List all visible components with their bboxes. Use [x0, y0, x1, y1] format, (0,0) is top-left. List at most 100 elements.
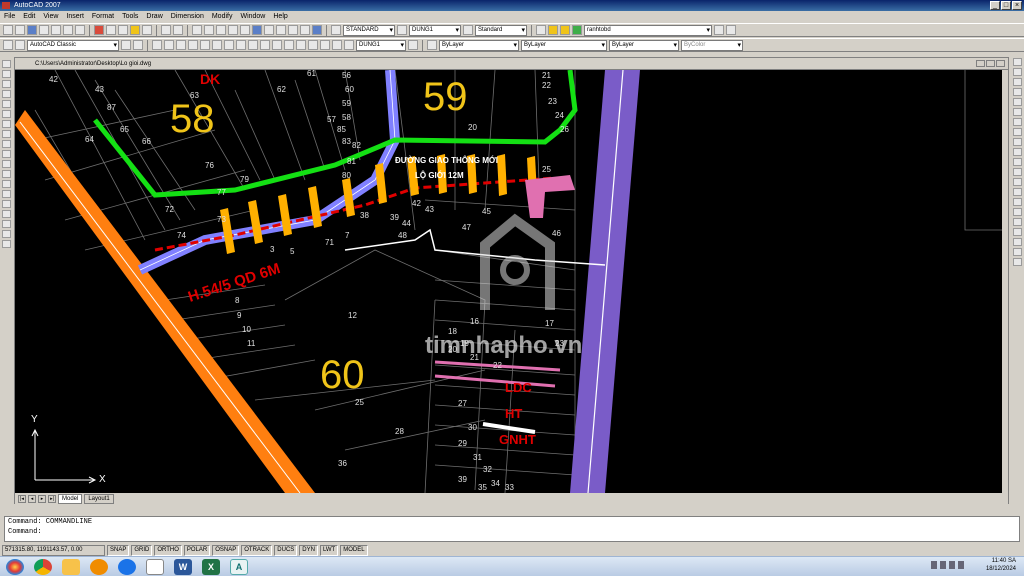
zoom-window-icon[interactable]: [216, 25, 226, 35]
first-tab-button[interactable]: |◂: [18, 494, 26, 503]
command-prompt[interactable]: Command:: [8, 527, 1019, 537]
tool-palettes-icon[interactable]: [264, 25, 274, 35]
properties-icon[interactable]: [240, 25, 250, 35]
center-mark-icon[interactable]: [308, 40, 318, 50]
media-player-icon[interactable]: [90, 558, 108, 575]
fillet-icon[interactable]: [1012, 208, 1022, 216]
zalo-icon[interactable]: [146, 558, 164, 575]
polyline-icon[interactable]: [2, 80, 11, 88]
doc-minimize-button[interactable]: [976, 60, 985, 67]
properties-side-icon[interactable]: [1012, 228, 1022, 236]
close-button[interactable]: ×: [1012, 1, 1022, 10]
menu-help[interactable]: Help: [273, 11, 287, 23]
next-tab-button[interactable]: ▸: [38, 494, 46, 503]
text-style-select[interactable]: STANDARD: [343, 24, 395, 36]
word-icon[interactable]: W: [174, 558, 192, 575]
jogged-icon[interactable]: [212, 40, 222, 50]
menu-tools[interactable]: Tools: [122, 11, 138, 23]
linetype-select[interactable]: ByLayer: [521, 39, 607, 51]
model-toggle[interactable]: MODEL: [340, 544, 368, 556]
doc-close-button[interactable]: [996, 60, 1005, 67]
polygon-icon[interactable]: [2, 90, 11, 98]
dim-style-select[interactable]: DUNG1: [409, 24, 461, 36]
layer-freeze-icon[interactable]: [560, 25, 570, 35]
menu-window[interactable]: Window: [240, 11, 265, 23]
snap-toggle[interactable]: SNAP: [107, 544, 130, 556]
tray-arrow-icon[interactable]: [931, 561, 937, 569]
arc-icon[interactable]: [2, 110, 11, 118]
ortho-toggle[interactable]: ORTHO: [154, 544, 182, 556]
offset-icon[interactable]: [1012, 88, 1022, 96]
otrack-toggle[interactable]: OTRACK: [241, 544, 273, 556]
rectangle-icon[interactable]: [2, 100, 11, 108]
maximize-button[interactable]: □: [1001, 1, 1011, 10]
measure-side-icon[interactable]: [1012, 258, 1022, 266]
doc-maximize-button[interactable]: [986, 60, 995, 67]
rotate-icon[interactable]: [1012, 118, 1022, 126]
paste-icon[interactable]: [118, 25, 128, 35]
new-icon[interactable]: [3, 25, 13, 35]
publish-icon[interactable]: [63, 25, 73, 35]
save-icon[interactable]: [27, 25, 37, 35]
mleader-style-select[interactable]: DUNG1: [356, 39, 406, 51]
layer-manager-icon[interactable]: [536, 25, 546, 35]
osnap-toggle[interactable]: OSNAP: [212, 544, 240, 556]
dim-edit-icon[interactable]: [320, 40, 330, 50]
print-icon[interactable]: [39, 25, 49, 35]
zoom-previous-icon[interactable]: [228, 25, 238, 35]
cut-icon[interactable]: [94, 25, 104, 35]
hatch-icon[interactable]: [2, 200, 11, 208]
markup-icon[interactable]: [288, 25, 298, 35]
workspace-settings-icon-2[interactable]: [133, 40, 143, 50]
clock[interactable]: 11:40 SA 18/12/2024: [986, 557, 1016, 573]
ducs-toggle[interactable]: DUCS: [274, 544, 298, 556]
spline-icon[interactable]: [2, 140, 11, 148]
start-button-icon[interactable]: [6, 558, 24, 575]
extend-icon[interactable]: [1012, 158, 1022, 166]
ellipse-arc-icon[interactable]: [2, 160, 11, 168]
diameter-icon[interactable]: [224, 40, 234, 50]
open-icon[interactable]: [15, 25, 25, 35]
menu-draw[interactable]: Draw: [146, 11, 162, 23]
table-icon[interactable]: [2, 230, 11, 238]
tray-network-icon[interactable]: [949, 561, 955, 569]
arc-length-icon[interactable]: [176, 40, 186, 50]
dim-text-edit-icon[interactable]: [332, 40, 342, 50]
tab-layout1[interactable]: Layout1: [84, 493, 114, 504]
drawing-canvas[interactable]: 61 5642436362 605958578587836564 66 82818076…: [15, 70, 1008, 493]
color-select[interactable]: ByLayer: [439, 39, 519, 51]
folder-icon[interactable]: [62, 558, 80, 575]
internet-explorer-icon[interactable]: [118, 558, 136, 575]
match-side-icon[interactable]: [1012, 248, 1022, 256]
menu-insert[interactable]: Insert: [66, 11, 84, 23]
tolerance-icon[interactable]: [296, 40, 306, 50]
stretch-icon[interactable]: [1012, 138, 1022, 146]
pan-icon[interactable]: [192, 25, 202, 35]
scale-icon[interactable]: [1012, 128, 1022, 136]
make-current-layer-icon[interactable]: [714, 25, 724, 35]
angular-icon[interactable]: [236, 40, 246, 50]
region-icon[interactable]: [2, 220, 11, 228]
baseline-icon[interactable]: [260, 40, 270, 50]
undo-icon[interactable]: [161, 25, 171, 35]
redo-icon[interactable]: [173, 25, 183, 35]
continue-icon[interactable]: [272, 40, 282, 50]
layer-select[interactable]: ranhtobd: [584, 24, 712, 36]
dim-style-manager-icon[interactable]: [408, 40, 418, 50]
insert-block-icon[interactable]: [2, 170, 11, 178]
layer-lock-icon[interactable]: [572, 25, 582, 35]
move-icon[interactable]: [1012, 108, 1022, 116]
gradient-icon[interactable]: [2, 210, 11, 218]
lwt-toggle[interactable]: LWT: [319, 544, 339, 556]
copy-object-icon[interactable]: [1012, 68, 1022, 76]
trim-icon[interactable]: [1012, 148, 1022, 156]
workspace-settings-icon[interactable]: [15, 40, 25, 50]
minimize-button[interactable]: _: [990, 1, 1000, 10]
menu-file[interactable]: File: [4, 11, 15, 23]
break-icon[interactable]: [1012, 178, 1022, 186]
menu-format[interactable]: Format: [92, 11, 114, 23]
aligned-dim-icon[interactable]: [164, 40, 174, 50]
ellipse-icon[interactable]: [2, 150, 11, 158]
workspace-select[interactable]: AutoCAD Classic: [27, 39, 119, 51]
polar-toggle[interactable]: POLAR: [183, 544, 211, 556]
